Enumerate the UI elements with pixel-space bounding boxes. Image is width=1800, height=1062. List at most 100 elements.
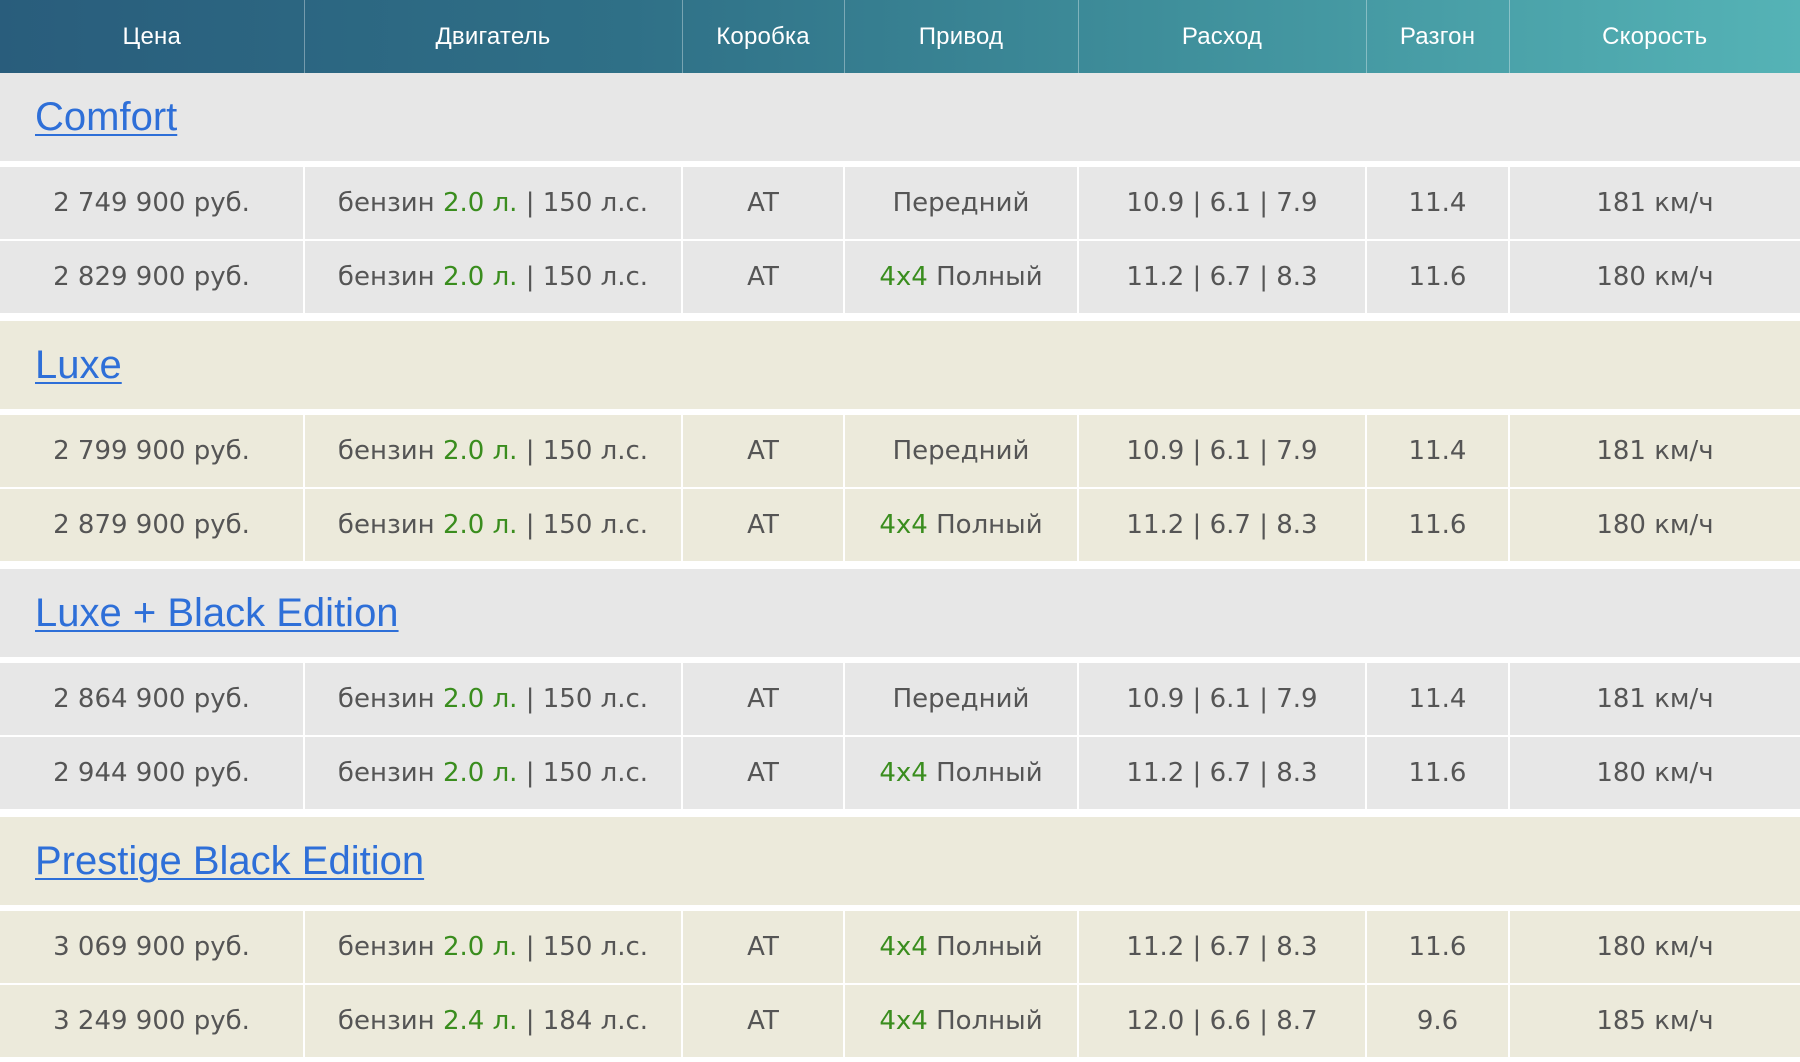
gearbox-cell: AT bbox=[682, 488, 845, 563]
table-row: 2 829 900 руб. бензин 2.0 л. | 150 л.с. AT… bbox=[0, 240, 1800, 315]
consumption-cell: 12.0 | 6.6 | 8.7 bbox=[1078, 984, 1367, 1059]
drive-4x4-badge: 4x4 bbox=[879, 262, 928, 292]
drive-cell: 4x4 Полный bbox=[844, 984, 1079, 1059]
acceleration-cell: 9.6 bbox=[1366, 984, 1510, 1059]
acceleration-cell: 11.4 bbox=[1366, 412, 1510, 489]
top-speed-cell: 180 км/ч bbox=[1509, 736, 1800, 811]
engine-volume: 2.0 л. bbox=[442, 932, 518, 962]
acceleration-cell: 11.6 bbox=[1366, 488, 1510, 563]
table-row: 3 249 900 руб. бензин 2.4 л. | 184 л.с. AT… bbox=[0, 984, 1800, 1059]
engine-volume: 2.4 л. bbox=[442, 1006, 518, 1036]
acceleration-cell: 11.6 bbox=[1366, 736, 1510, 811]
drive-4x4-badge: 4x4 bbox=[879, 1006, 928, 1036]
engine-fuel: бензин bbox=[337, 262, 435, 292]
drive-cell: Передний bbox=[844, 412, 1079, 489]
top-speed-cell: 180 км/ч bbox=[1509, 240, 1800, 315]
top-speed-cell: 185 км/ч bbox=[1509, 984, 1800, 1059]
table-row: 2 799 900 руб. бензин 2.0 л. | 150 л.с. AT… bbox=[0, 412, 1800, 489]
gearbox-cell: AT bbox=[682, 984, 845, 1059]
drive-cell: Передний bbox=[844, 164, 1079, 241]
gearbox-cell: AT bbox=[682, 240, 845, 315]
group-spacer bbox=[0, 562, 1800, 569]
engine-power: | 150 л.с. bbox=[525, 684, 649, 714]
consumption-cell: 10.9 | 6.1 | 7.9 bbox=[1078, 660, 1367, 737]
engine-volume: 2.0 л. bbox=[442, 758, 518, 788]
engine-power: | 150 л.с. bbox=[525, 436, 649, 466]
engine-cell: бензин 2.0 л. | 150 л.с. bbox=[304, 660, 683, 737]
spacer-cell bbox=[0, 562, 1800, 569]
header-engine[interactable]: Двигатель bbox=[304, 0, 683, 73]
drive-cell: 4x4 Полный bbox=[844, 908, 1079, 985]
trim-name-link[interactable]: Luxe + Black Edition bbox=[35, 591, 399, 635]
header-consumption[interactable]: Расход bbox=[1078, 0, 1367, 73]
price-cell: 2 799 900 руб. bbox=[0, 412, 305, 489]
engine-power: | 150 л.с. bbox=[525, 262, 649, 292]
price-cell: 2 749 900 руб. bbox=[0, 164, 305, 241]
price-cell: 3 069 900 руб. bbox=[0, 908, 305, 985]
trim-group-cell: Prestige Black Edition bbox=[0, 817, 1800, 911]
trim-group-header: Luxe bbox=[0, 321, 1800, 415]
header-price[interactable]: Цена bbox=[0, 0, 305, 73]
top-speed-cell: 181 км/ч bbox=[1509, 164, 1800, 241]
trim-group-header: Luxe + Black Edition bbox=[0, 569, 1800, 663]
engine-cell: бензин 2.0 л. | 150 л.с. bbox=[304, 164, 683, 241]
trim-name-link[interactable]: Comfort bbox=[35, 95, 177, 139]
trim-comparison-table: Цена Двигатель Коробка Привод Расход Раз… bbox=[0, 0, 1800, 1059]
engine-power: | 150 л.с. bbox=[525, 188, 649, 218]
engine-cell: бензин 2.4 л. | 184 л.с. bbox=[304, 984, 683, 1059]
consumption-cell: 11.2 | 6.7 | 8.3 bbox=[1078, 908, 1367, 985]
engine-cell: бензин 2.0 л. | 150 л.с. bbox=[304, 736, 683, 811]
engine-volume: 2.0 л. bbox=[442, 436, 518, 466]
gearbox-cell: AT bbox=[682, 164, 845, 241]
group-spacer bbox=[0, 314, 1800, 321]
drive-type: Полный bbox=[936, 262, 1043, 292]
top-speed-cell: 180 км/ч bbox=[1509, 488, 1800, 563]
drive-cell: 4x4 Полный bbox=[844, 736, 1079, 811]
engine-power: | 150 л.с. bbox=[525, 510, 649, 540]
drive-type: Передний bbox=[892, 436, 1030, 466]
acceleration-cell: 11.4 bbox=[1366, 164, 1510, 241]
drive-type: Передний bbox=[892, 684, 1030, 714]
drive-type: Полный bbox=[936, 758, 1043, 788]
drive-4x4-badge: 4x4 bbox=[879, 510, 928, 540]
price-cell: 2 944 900 руб. bbox=[0, 736, 305, 811]
table-row: 2 944 900 руб. бензин 2.0 л. | 150 л.с. AT… bbox=[0, 736, 1800, 811]
drive-cell: 4x4 Полный bbox=[844, 240, 1079, 315]
price-cell: 3 249 900 руб. bbox=[0, 984, 305, 1059]
gearbox-cell: AT bbox=[682, 908, 845, 985]
header-acceleration[interactable]: Разгон bbox=[1366, 0, 1510, 73]
trim-group-cell: Luxe + Black Edition bbox=[0, 569, 1800, 663]
top-speed-cell: 181 км/ч bbox=[1509, 412, 1800, 489]
spacer-cell bbox=[0, 810, 1800, 817]
trim-name-link[interactable]: Luxe bbox=[35, 343, 122, 387]
trim-table-container: Цена Двигатель Коробка Привод Расход Раз… bbox=[0, 0, 1800, 1059]
trim-group-header: Prestige Black Edition bbox=[0, 817, 1800, 911]
header-gearbox[interactable]: Коробка bbox=[682, 0, 845, 73]
drive-type: Полный bbox=[936, 1006, 1043, 1036]
engine-volume: 2.0 л. bbox=[442, 684, 518, 714]
trim-group-cell: Luxe bbox=[0, 321, 1800, 415]
trim-name-link[interactable]: Prestige Black Edition bbox=[35, 839, 424, 883]
consumption-cell: 11.2 | 6.7 | 8.3 bbox=[1078, 240, 1367, 315]
drive-type: Полный bbox=[936, 510, 1043, 540]
acceleration-cell: 11.6 bbox=[1366, 908, 1510, 985]
trim-group-cell: Comfort bbox=[0, 73, 1800, 167]
engine-fuel: бензин bbox=[337, 932, 435, 962]
header-top-speed[interactable]: Скорость bbox=[1509, 0, 1800, 73]
engine-power: | 150 л.с. bbox=[525, 758, 649, 788]
engine-power: | 150 л.с. bbox=[525, 932, 649, 962]
engine-cell: бензин 2.0 л. | 150 л.с. bbox=[304, 240, 683, 315]
engine-fuel: бензин bbox=[337, 188, 435, 218]
engine-fuel: бензин bbox=[337, 684, 435, 714]
top-speed-cell: 180 км/ч bbox=[1509, 908, 1800, 985]
price-cell: 2 879 900 руб. bbox=[0, 488, 305, 563]
engine-volume: 2.0 л. bbox=[442, 262, 518, 292]
consumption-cell: 11.2 | 6.7 | 8.3 bbox=[1078, 736, 1367, 811]
drive-4x4-badge: 4x4 bbox=[879, 932, 928, 962]
drive-type: Передний bbox=[892, 188, 1030, 218]
group-spacer bbox=[0, 810, 1800, 817]
engine-fuel: бензин bbox=[337, 436, 435, 466]
engine-cell: бензин 2.0 л. | 150 л.с. bbox=[304, 488, 683, 563]
header-drive[interactable]: Привод bbox=[844, 0, 1079, 73]
gearbox-cell: AT bbox=[682, 660, 845, 737]
